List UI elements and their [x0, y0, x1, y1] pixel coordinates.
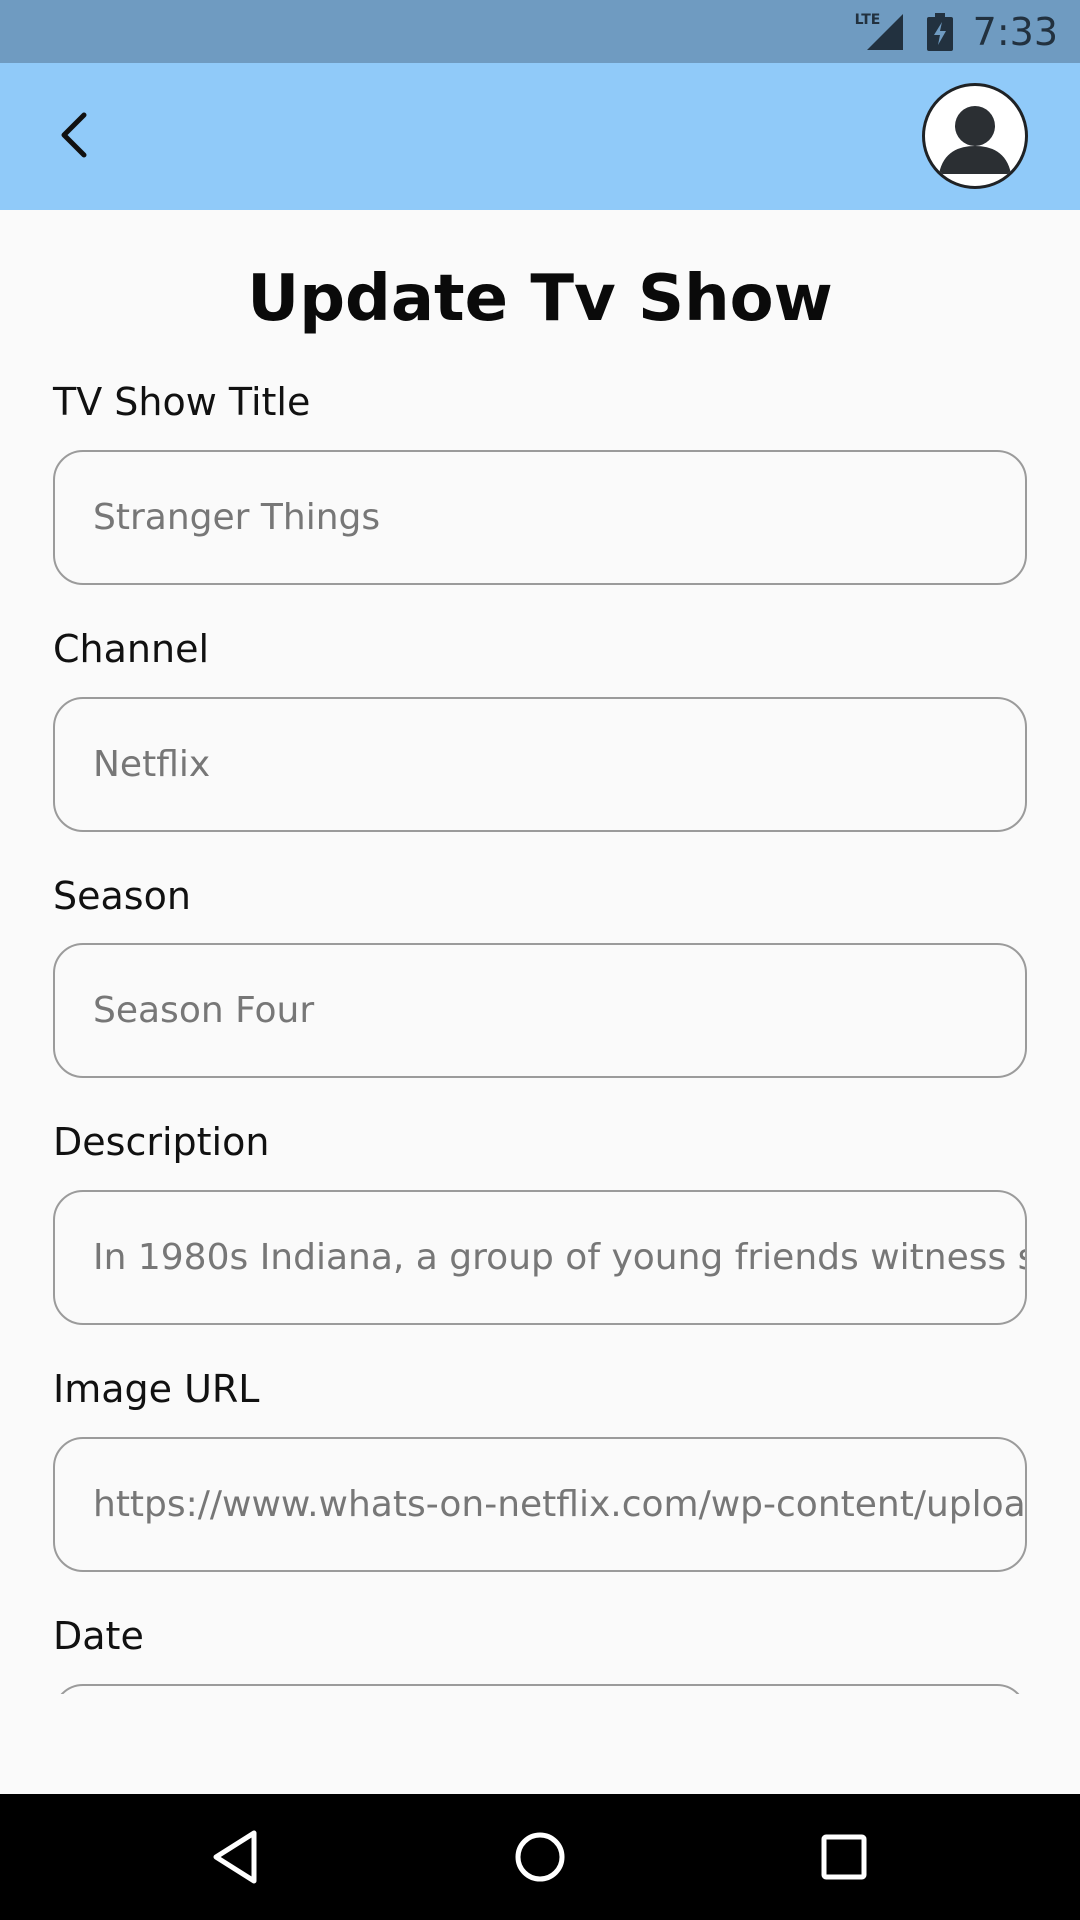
- form-content: Update Tv Show TV Show Title Channel Sea…: [0, 210, 1080, 1694]
- system-nav-bar: [0, 1794, 1080, 1920]
- date-field[interactable]: [53, 1684, 1027, 1694]
- title-label: TV Show Title: [53, 380, 311, 424]
- title-input[interactable]: [55, 452, 1025, 583]
- description-label: Description: [53, 1120, 270, 1164]
- recents-square-icon: [821, 1834, 867, 1880]
- back-button[interactable]: [42, 103, 106, 167]
- description-field[interactable]: [53, 1190, 1027, 1325]
- nav-home-button[interactable]: [505, 1822, 575, 1892]
- image-url-label: Image URL: [53, 1367, 260, 1411]
- home-circle-icon: [515, 1832, 565, 1882]
- avatar-button[interactable]: [922, 83, 1028, 189]
- title-field[interactable]: [53, 450, 1027, 585]
- season-field[interactable]: [53, 943, 1027, 1078]
- app-bar: [0, 63, 1080, 210]
- nav-recents-button[interactable]: [809, 1822, 879, 1892]
- description-input[interactable]: [55, 1192, 1025, 1323]
- status-bar: LTE 7:33: [0, 0, 1080, 63]
- page-title: Update Tv Show: [247, 262, 833, 336]
- battery-charging-icon: [926, 12, 953, 51]
- lte-signal-icon: LTE: [855, 12, 905, 52]
- chevron-left-icon: [61, 112, 87, 158]
- account-circle-icon: [939, 106, 1011, 174]
- season-label: Season: [53, 874, 191, 918]
- season-input[interactable]: [55, 945, 1025, 1076]
- date-label: Date: [53, 1614, 144, 1658]
- back-triangle-icon: [213, 1830, 257, 1884]
- image-url-field[interactable]: [53, 1437, 1027, 1572]
- channel-label: Channel: [53, 627, 210, 671]
- date-input[interactable]: [55, 1686, 1025, 1694]
- nav-back-button[interactable]: [201, 1822, 271, 1892]
- image-url-input[interactable]: [55, 1439, 1025, 1570]
- channel-field[interactable]: [53, 697, 1027, 832]
- channel-input[interactable]: [55, 699, 1025, 830]
- clock: 7:33: [972, 9, 1058, 54]
